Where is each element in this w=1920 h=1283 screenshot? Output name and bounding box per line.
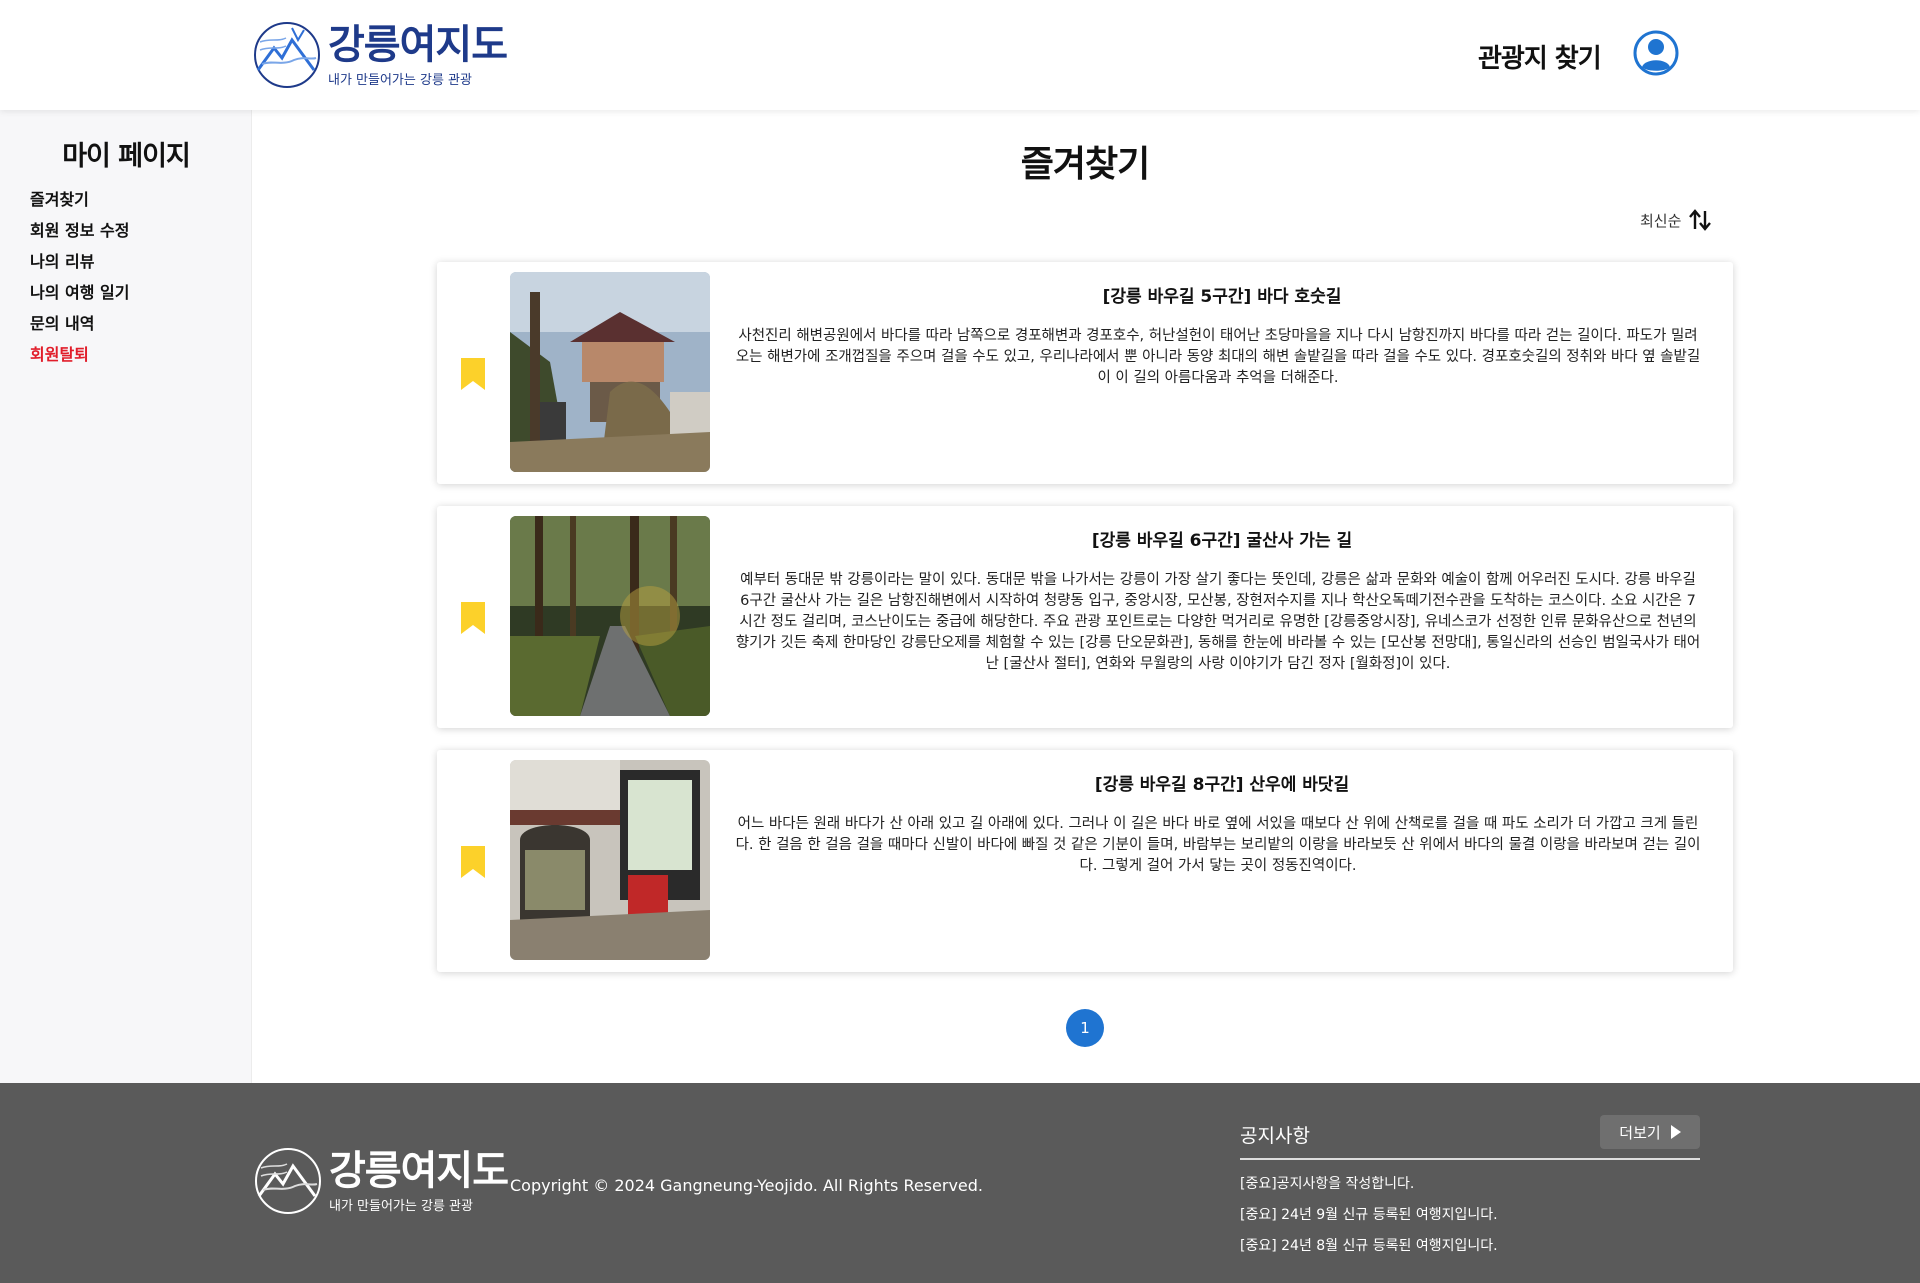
logo-title: 강릉여지도 — [328, 21, 508, 68]
logo-subtitle: 내가 만들어가는 강릉 관광 — [328, 72, 472, 88]
card-title[interactable]: [강릉 바우길 6구간] 굴산사 가는 길 — [727, 526, 1717, 551]
bookmark-icon[interactable] — [461, 846, 485, 878]
favorite-card[interactable]: [강릉 바우길 8구간] 산우에 바닷길 어느 바다든 원래 바다가 산 아래 … — [437, 750, 1733, 972]
card-title[interactable]: [강릉 바우길 5구간] 바다 호숫길 — [727, 282, 1717, 307]
favorite-card[interactable]: [강릉 바우길 5구간] 바다 호숫길 사천진리 해변공원에서 바다를 따라 남… — [437, 262, 1733, 484]
card-title[interactable]: [강릉 바우길 8구간] 산우에 바닷길 — [727, 770, 1717, 795]
notice-list: [중요]공지사항을 작성합니다. [중요] 24년 9월 신규 등록된 여행지입… — [1240, 1172, 1700, 1265]
card-thumbnail[interactable] — [510, 760, 710, 960]
sidebar-menu: 즐겨찾기 회원 정보 수정 나의 리뷰 나의 여행 일기 문의 내역 회원탈퇴 — [30, 188, 129, 374]
site-footer: 강릉여지도 내가 만들어가는 강릉 관광 Copyright © 2024 Ga… — [0, 1083, 1920, 1283]
bookmark-icon[interactable] — [461, 358, 485, 390]
mypage-sidebar: 마이 페이지 즐겨찾기 회원 정보 수정 나의 리뷰 나의 여행 일기 문의 내… — [0, 110, 252, 1083]
logo-mountain-icon — [254, 22, 320, 88]
user-profile-icon[interactable] — [1633, 30, 1679, 76]
card-thumbnail[interactable] — [510, 272, 710, 472]
sidebar-title: 마이 페이지 — [62, 141, 191, 172]
sidebar-item-edit-profile[interactable]: 회원 정보 수정 — [30, 219, 129, 250]
sidebar-item-my-reviews[interactable]: 나의 리뷰 — [30, 250, 129, 281]
notice-panel: 공지사항 더보기 [중요]공지사항을 작성합니다. [중요] 24년 9월 신규… — [1240, 1115, 1700, 1265]
nav-find-attractions[interactable]: 관광지 찾기 — [1478, 38, 1602, 75]
favorite-card[interactable]: [강릉 바우길 6구간] 굴산사 가는 길 예부터 동대문 밖 강릉이라는 말이… — [437, 506, 1733, 728]
sidebar-item-withdraw[interactable]: 회원탈퇴 — [30, 343, 129, 374]
sidebar-item-travel-diary[interactable]: 나의 여행 일기 — [30, 281, 129, 312]
notice-item[interactable]: [중요] 24년 8월 신규 등록된 여행지입니다. — [1240, 1234, 1700, 1265]
footer-logo[interactable]: 강릉여지도 내가 만들어가는 강릉 관광 — [253, 1146, 509, 1216]
footer-logo-title: 강릉여지도 — [329, 1147, 509, 1194]
bookmark-icon[interactable] — [461, 602, 485, 634]
notice-item[interactable]: [중요] 24년 9월 신규 등록된 여행지입니다. — [1240, 1203, 1700, 1234]
copyright-text: Copyright © 2024 Gangneung-Yeojido. All … — [510, 1176, 983, 1195]
play-arrow-icon — [1670, 1125, 1681, 1139]
sort-arrows-icon — [1689, 209, 1712, 231]
card-description: 어느 바다든 원래 바다가 산 아래 있고 길 아래에 있다. 그러나 이 길은… — [735, 816, 1701, 874]
sidebar-item-inquiries[interactable]: 문의 내역 — [30, 312, 129, 343]
logo-mountain-icon — [255, 1148, 321, 1214]
tunnel-sign-photo — [510, 760, 710, 960]
card-description: 예부터 동대문 밖 강릉이라는 말이 있다. 동대문 밖을 나가서는 강릉이 가… — [735, 572, 1701, 672]
notice-item[interactable]: [중요]공지사항을 작성합니다. — [1240, 1172, 1700, 1203]
sidebar-item-favorites[interactable]: 즐겨찾기 — [30, 188, 129, 219]
card-description: 사천진리 해변공원에서 바다를 따라 남쪽으로 경포해변과 경포호수, 허난설헌… — [735, 328, 1701, 386]
site-header: 강릉여지도 내가 만들어가는 강릉 관광 관광지 찾기 — [0, 0, 1920, 110]
notice-title: 공지사항 — [1240, 1125, 1310, 1147]
pavilion-photo — [510, 272, 710, 472]
page-title: 즐겨찾기 — [1020, 144, 1150, 185]
forest-path-photo — [510, 516, 710, 716]
sort-label: 최신순 — [1640, 211, 1682, 230]
footer-logo-subtitle: 내가 만들어가는 강릉 관광 — [329, 1198, 473, 1214]
pagination-page-1[interactable]: 1 — [1066, 1009, 1104, 1047]
notice-more-button[interactable]: 더보기 — [1600, 1115, 1700, 1149]
sort-toggle[interactable]: 최신순 — [1640, 208, 1712, 232]
card-thumbnail[interactable] — [510, 516, 710, 716]
more-label: 더보기 — [1619, 1123, 1661, 1142]
site-logo[interactable]: 강릉여지도 내가 만들어가는 강릉 관광 — [252, 20, 508, 90]
